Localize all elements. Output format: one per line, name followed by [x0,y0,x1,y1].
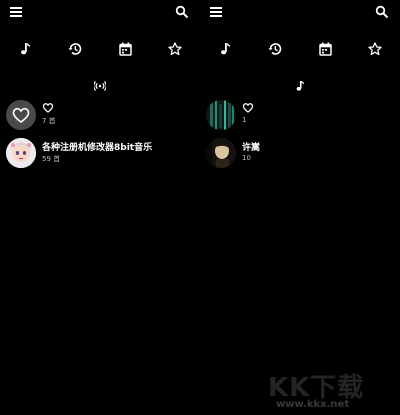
artist-avatar [206,138,236,168]
item-count: 1 [242,116,247,124]
artist-item[interactable]: 许嵩 10 [200,138,400,172]
tab-calendar[interactable] [317,41,333,57]
song-count: 7 首 [42,117,56,125]
cover-thumb [206,100,236,130]
tab-favorites[interactable] [167,41,183,57]
menu-icon[interactable] [10,7,22,17]
calendar-icon [318,42,332,56]
calendar-icon [118,42,132,56]
playlist-cover [6,138,36,168]
history-icon [268,43,282,55]
search-icon[interactable] [375,5,389,19]
artist-name: 许嵩 [242,143,261,153]
dark-glitch-thumb-icon [206,100,236,130]
history-icon [68,43,82,55]
tab-calendar[interactable] [117,41,133,57]
music-note-icon [296,81,304,91]
star-icon [168,42,182,56]
left-pane: 7 首 各种注册机修改器8bit音乐 59 首 [0,0,200,415]
top-app-bar [200,0,400,24]
menu-icon[interactable] [210,7,222,17]
tab-history[interactable] [267,41,283,57]
playlist-title: 各种注册机修改器8bit音乐 [42,143,153,153]
tab-history[interactable] [67,41,83,57]
heart-outline-icon [42,103,54,113]
artist-photo-thumb-icon [206,138,236,168]
music-note-icon [21,43,30,55]
tab-favorites[interactable] [367,41,383,57]
right-pane: 1 许嵩 10 [200,0,400,415]
tab-songs[interactable] [17,41,33,57]
radio-waves-icon [94,81,106,91]
search-icon[interactable] [175,5,189,19]
list-item-liked[interactable]: 1 [200,100,400,134]
tab-bar [0,41,200,59]
item-count: 10 [242,154,251,162]
playlist-item-liked[interactable]: 7 首 [0,100,200,134]
song-count: 59 首 [42,155,61,163]
section-header-icon [293,79,307,93]
heart-outline-icon [242,103,254,113]
music-note-icon [221,43,230,55]
top-app-bar [0,0,200,24]
anime-girl-thumb-icon [6,138,36,168]
star-icon [368,42,382,56]
playlist-item[interactable]: 各种注册机修改器8bit音乐 59 首 [0,138,200,172]
playlist-cover [6,100,36,130]
section-header-icon [93,79,107,93]
tab-songs[interactable] [217,41,233,57]
tab-bar [200,41,400,59]
heart-thumb-icon [12,107,30,123]
